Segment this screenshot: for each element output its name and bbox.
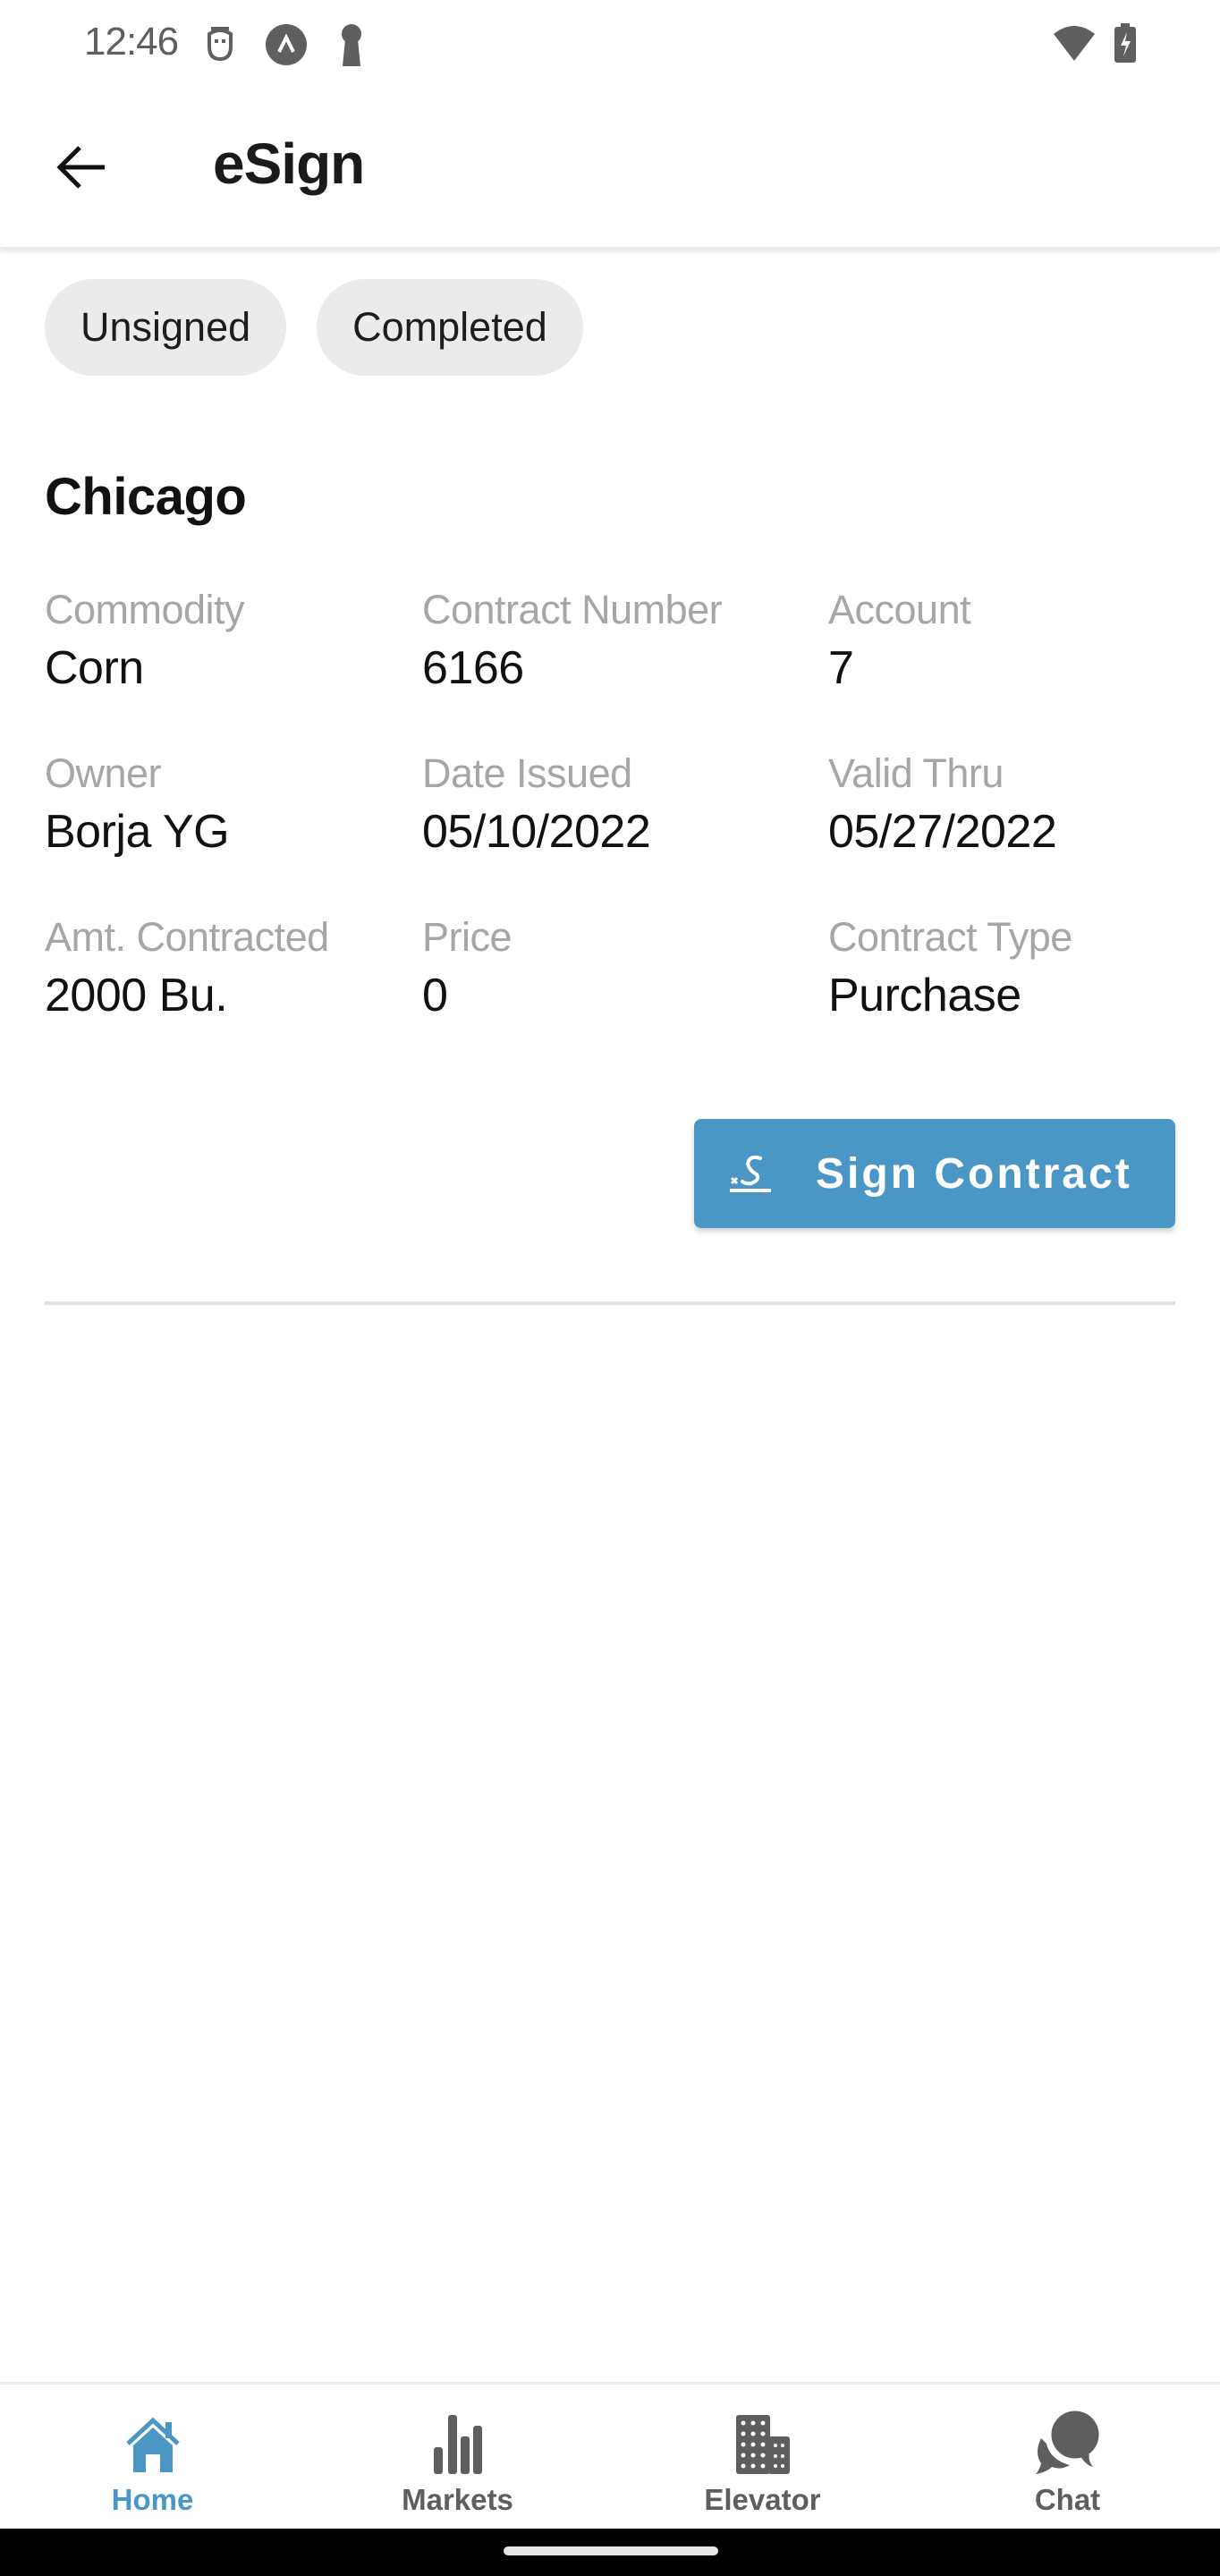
field-label: Account [828,587,971,632]
nav-label: Markets [402,2483,513,2516]
nav-label: Home [111,2483,194,2516]
sign-contract-label: Sign Contract [816,1149,1132,1198]
field-value: 05/10/2022 [422,806,651,858]
field-value: 7 [828,642,854,694]
field-label: Price [422,914,513,960]
home-gesture-handle[interactable] [504,2546,718,2555]
field-amt-contracted: Amt. Contracted 2000 Bu. [45,911,329,1027]
app-bar: eSign [0,89,1220,249]
page-title: eSign [213,131,365,196]
home-icon [124,2410,182,2474]
nav-item-elevator[interactable]: Elevator [610,2385,915,2529]
nav-label: Elevator [704,2483,821,2516]
filter-chip-unsigned[interactable]: Unsigned [45,279,287,376]
arrow-left-icon [56,146,105,189]
keyhole-icon [338,23,365,66]
field-value: Corn [45,642,144,694]
contract-location: Chicago [45,468,247,526]
field-label: Contract Number [422,587,723,632]
filter-chips: Unsigned Completed [45,279,583,376]
nav-item-chat[interactable]: Chat [915,2385,1220,2529]
field-value: 0 [422,970,448,1021]
field-commodity: Commodity Corn [45,583,245,699]
field-label: Owner [45,750,162,796]
system-navigation-bar [0,2529,1220,2576]
nav-item-home[interactable]: Home [0,2385,305,2529]
field-value: Purchase [828,970,1021,1021]
wifi-icon [1052,23,1097,63]
bottom-nav: Home Markets Elevator Chat [0,2382,1220,2529]
field-label: Amt. Contracted [45,914,329,960]
field-date-issued: Date Issued 05/10/2022 [422,747,651,863]
field-value: Borja YG [45,806,230,858]
filter-chip-completed[interactable]: Completed [317,279,583,376]
signature-icon [730,1155,771,1192]
field-contract-type: Contract Type Purchase [828,911,1072,1027]
field-label: Date Issued [422,750,632,796]
status-time: 12:46 [84,20,179,64]
field-contract-number: Contract Number 6166 [422,583,723,699]
divider [45,1301,1175,1305]
battery-charging-icon [1113,23,1138,63]
nav-label: Chat [1034,2483,1101,2516]
notification-app-icon [204,23,236,64]
field-label: Commodity [45,587,245,632]
chat-bubbles-icon [1034,2408,1102,2474]
bar-chart-icon [432,2410,484,2474]
field-label: Valid Thru [828,750,1004,796]
field-owner: Owner Borja YG [45,747,230,863]
app-badge-icon [265,23,308,66]
nav-item-markets[interactable]: Markets [305,2385,610,2529]
field-account: Account 7 [828,583,971,699]
sign-contract-button[interactable]: Sign Contract [694,1119,1175,1228]
field-price: Price 0 [422,911,513,1027]
field-value: 05/27/2022 [828,806,1057,858]
field-valid-thru: Valid Thru 05/27/2022 [828,747,1057,863]
field-value: 2000 Bu. [45,970,228,1021]
building-icon [735,2410,790,2474]
field-value: 6166 [422,642,524,694]
status-bar: 12:46 [0,0,1220,89]
back-button[interactable] [50,136,113,199]
field-label: Contract Type [828,914,1072,960]
